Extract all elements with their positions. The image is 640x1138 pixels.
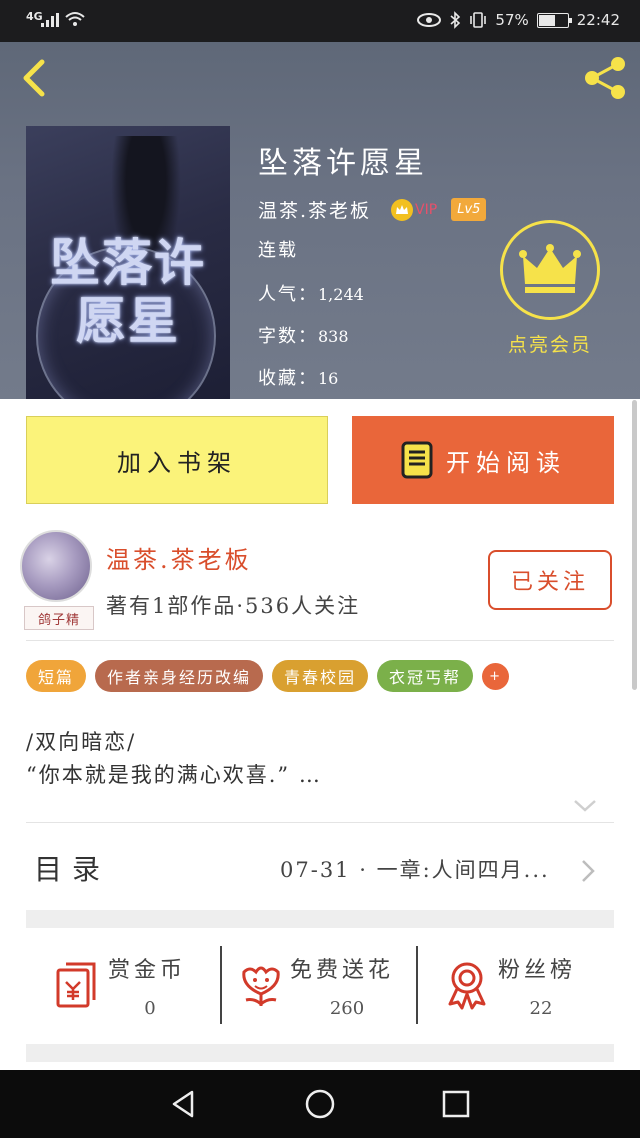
battery-icon <box>536 12 572 28</box>
free-flower-stat[interactable]: 免费送花 260 <box>236 946 412 1026</box>
latest-chapter[interactable]: 07-31 · 一章:人间四月... <box>280 854 576 884</box>
level-badge: Lv5 <box>451 198 487 221</box>
book-cover[interactable]: 坠落许愿星 <box>26 126 230 399</box>
stat-label: 赏金币 <box>108 958 187 983</box>
signal-icon <box>41 13 59 27</box>
toc-label[interactable]: 目录 <box>34 848 110 888</box>
tag-item[interactable]: 衣冠丐帮 <box>377 660 474 692</box>
summary-line: /双向暗恋/ <box>26 730 137 754</box>
divider <box>220 946 222 1024</box>
status-bar: 4G 57% 22:42 <box>0 0 640 42</box>
popularity-value: 1,244 <box>318 285 364 304</box>
cover-title-art: 坠落许愿星 <box>50 233 206 350</box>
popularity-label: 人气： <box>258 284 318 305</box>
book-icon <box>401 441 433 479</box>
battery-percent: 57% <box>495 11 529 29</box>
start-reading-label: 开始阅读 <box>446 448 566 477</box>
share-icon[interactable] <box>580 54 630 102</box>
stat-label: 粉丝榜 <box>498 958 577 983</box>
vibrate-icon <box>470 12 487 28</box>
tag-item[interactable]: 青春校园 <box>272 660 369 692</box>
divider <box>26 640 614 641</box>
member-label: 点亮会员 <box>507 334 592 356</box>
stat-value: 260 <box>329 998 365 1019</box>
fan-ranking-stat[interactable]: 粉丝榜 22 <box>442 946 602 1026</box>
follow-button[interactable]: 已关注 <box>488 550 612 610</box>
nav-home-icon[interactable] <box>304 1088 336 1120</box>
crown-icon <box>519 244 581 293</box>
chevron-right-icon[interactable] <box>580 858 596 884</box>
medal-icon <box>448 962 486 1010</box>
chevron-down-icon[interactable] <box>572 798 598 814</box>
book-title: 坠落许愿星 <box>258 146 428 181</box>
stat-value: 22 <box>529 998 553 1019</box>
follow-label: 已关注 <box>510 570 589 595</box>
popularity-row: 人气：1,244 <box>258 280 364 306</box>
vip-badge: VIP <box>391 198 438 221</box>
stat-label: 免费送花 <box>290 958 395 983</box>
tag-item[interactable]: 作者亲身经历改编 <box>95 660 264 692</box>
member-button[interactable]: 点亮会员 <box>496 220 604 357</box>
reward-coins-stat[interactable]: 赏金币 0 <box>52 946 212 1026</box>
serial-status: 连载 <box>258 240 298 261</box>
start-reading-button[interactable]: 开始阅读 <box>352 416 614 504</box>
summary-line: “你本就是我的满心欢喜.” … <box>26 763 322 787</box>
author-card-name[interactable]: 温茶.茶老板 <box>106 540 252 575</box>
crown-circle <box>500 220 600 320</box>
divider <box>26 822 614 823</box>
author-name[interactable]: 温茶.茶老板 <box>258 196 371 223</box>
add-to-shelf-label: 加入书架 <box>117 448 237 477</box>
book-header: 坠落许愿星 坠落许愿星 温茶.茶老板 VIP Lv5 连载 人气：1,244 字… <box>0 42 640 399</box>
back-icon[interactable] <box>16 56 56 100</box>
section-separator <box>26 1044 614 1062</box>
clock: 22:42 <box>576 11 620 29</box>
favorites-label: 收藏： <box>258 368 318 389</box>
favorites-value: 16 <box>318 369 339 388</box>
red-envelope-icon <box>56 962 96 1008</box>
author-tag: 鸽子精 <box>24 606 94 630</box>
flower-icon <box>242 966 280 1006</box>
more-tags-button[interactable]: + <box>482 663 510 690</box>
wifi-icon <box>65 12 85 26</box>
stat-value: 0 <box>144 998 156 1019</box>
words-value: 838 <box>318 327 349 346</box>
author-row: 温茶.茶老板 VIP Lv5 <box>258 196 487 223</box>
words-row: 字数：838 <box>258 322 349 348</box>
scrollbar[interactable] <box>632 400 637 690</box>
author-avatar[interactable] <box>20 530 92 602</box>
nav-recents-icon[interactable] <box>440 1088 472 1120</box>
words-label: 字数： <box>258 326 318 347</box>
tag-item[interactable]: 短篇 <box>26 660 87 692</box>
author-card-subtitle: 著有1部作品·536人关注 <box>106 594 361 618</box>
bluetooth-icon <box>450 11 461 29</box>
vip-label: VIP <box>415 201 438 218</box>
system-nav-bar <box>0 1070 640 1138</box>
nav-back-icon[interactable] <box>168 1088 200 1120</box>
divider <box>416 946 418 1024</box>
battery-level-fill <box>538 14 555 26</box>
favorites-row: 收藏：16 <box>258 364 338 390</box>
eye-icon <box>417 13 442 27</box>
add-to-shelf-button[interactable]: 加入书架 <box>26 416 328 504</box>
tag-list: 短篇 作者亲身经历改编 青春校园 衣冠丐帮 + <box>26 660 510 692</box>
section-separator <box>26 910 614 928</box>
vip-crown-icon <box>391 198 414 221</box>
